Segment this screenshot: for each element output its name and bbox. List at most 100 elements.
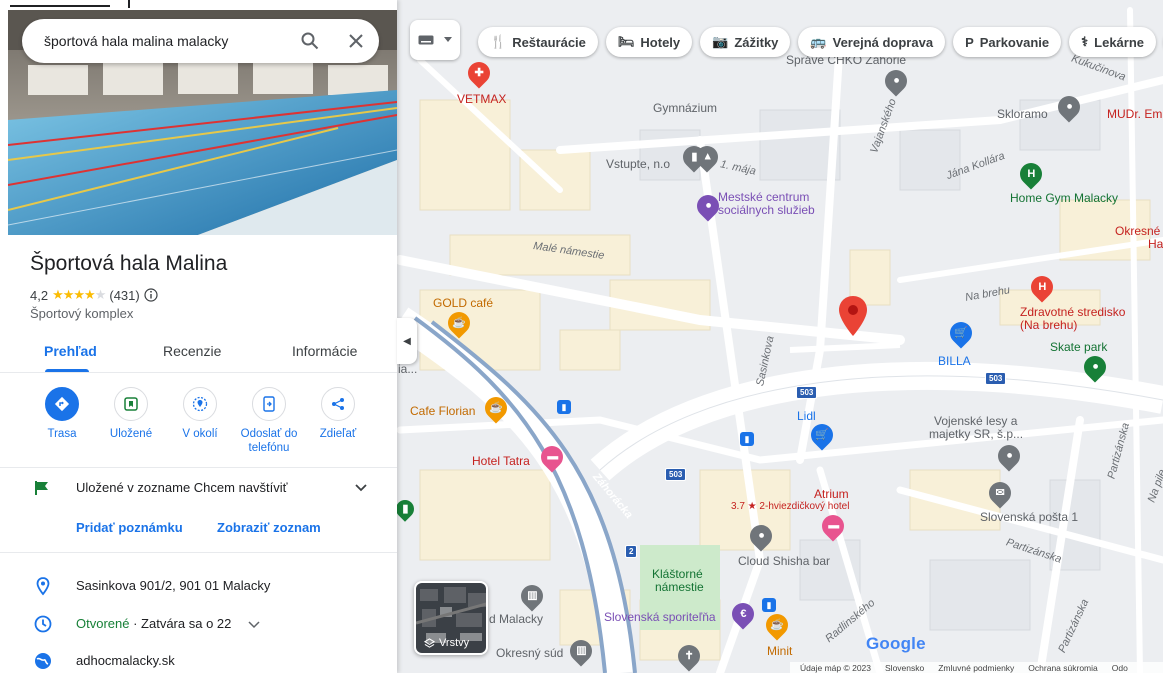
search-icon: [301, 32, 319, 50]
keyboard-icon: [418, 35, 434, 45]
saved-list-row[interactable]: Uložené v zozname Chcem navštíviť: [0, 478, 397, 500]
bus-stop-icon[interactable]: ▮: [762, 598, 776, 612]
place-title: Športová hala Malina: [30, 252, 228, 275]
share-icon: [321, 387, 355, 421]
place-tabs: Prehľad Recenzie Informácie: [0, 335, 397, 373]
chip-hotels[interactable]: 🛏 Hotely: [605, 27, 693, 57]
footer-terms[interactable]: Zmluvné podmienky: [938, 663, 1014, 673]
map-label-zdravotne-1[interactable]: Zdravotné stredisko: [1020, 305, 1125, 319]
action-label: Odoslať do telefónu: [240, 428, 298, 454]
map-label-okresne-1[interactable]: Okresné: [1115, 224, 1160, 238]
footer-country[interactable]: Slovensko: [885, 663, 924, 673]
road-shield-503: 503: [665, 468, 687, 481]
footer-feedback[interactable]: Odo: [1112, 663, 1128, 673]
directions-button[interactable]: Trasa: [22, 387, 102, 441]
save-button[interactable]: Uložené: [91, 387, 171, 441]
search-button[interactable]: [287, 32, 333, 50]
rating-row: 4,2 ★★★★★ (431): [30, 287, 158, 303]
action-label: Trasa: [47, 428, 77, 440]
map-label-gymnazium[interactable]: Gymnázium: [653, 101, 717, 115]
bus-stop-icon[interactable]: ▮: [740, 432, 754, 446]
open-status: Otvorené: [76, 616, 130, 631]
layers-button[interactable]: Vrstvy: [414, 581, 488, 655]
footer-privacy[interactable]: Ochrana súkromia: [1028, 663, 1097, 673]
map-label-vojenske-1[interactable]: Vojenské lesy a: [934, 414, 1017, 428]
tab-reviews[interactable]: Recenzie: [163, 343, 221, 359]
chip-transit[interactable]: 🚌 Verejná doprava: [798, 27, 946, 57]
category-chips: 🍴 Reštaurácie 🛏 Hotely 📷 Zážitky 🚌 Verejná d…: [478, 27, 1163, 57]
hours-row[interactable]: Otvorené · Zatvára sa o 22: [0, 614, 397, 636]
map-label-mestske-1[interactable]: Mestské centrum: [718, 190, 809, 204]
clock-icon: [34, 615, 52, 633]
tab-about[interactable]: Informácie: [292, 343, 357, 359]
chip-label: Hotely: [640, 34, 681, 50]
clear-search-button[interactable]: [333, 34, 379, 48]
map-label-sporitelna[interactable]: Slovenská sporiteľňa: [604, 610, 716, 624]
globe-icon: [35, 653, 51, 669]
bus-stop-icon[interactable]: ▮: [557, 400, 571, 414]
camera-icon: 📷: [712, 34, 729, 49]
review-count[interactable]: (431): [109, 288, 139, 303]
info-icon[interactable]: [144, 288, 158, 302]
chevron-down-icon[interactable]: [248, 621, 260, 629]
window-top-strip: [0, 0, 130, 10]
send-to-phone-button[interactable]: Odoslať do telefónu: [229, 387, 309, 455]
map-label-home-gym[interactable]: Home Gym Malacky: [1010, 191, 1118, 205]
map-label-zdravotne-2[interactable]: (Na brehu): [1020, 318, 1077, 332]
chip-experiences[interactable]: 📷 Zážitky: [700, 27, 791, 57]
layers-icon: [424, 637, 435, 648]
nearby-button[interactable]: V okolí: [160, 387, 240, 441]
map-label-okresne-2[interactable]: Ha: [1148, 237, 1163, 251]
map-label-atrium[interactable]: Atrium: [814, 487, 849, 501]
address-row[interactable]: Sasinkova 901/2, 901 01 Malacky: [0, 576, 397, 598]
action-label: Uložené: [109, 428, 153, 440]
map-label-klastorne-2[interactable]: námestie: [655, 580, 704, 594]
chip-label: Reštaurácie: [512, 34, 586, 50]
tab-overview[interactable]: Prehľad: [44, 343, 97, 359]
address-text: Sasinkova 901/2, 901 01 Malacky: [76, 578, 271, 593]
show-list-button[interactable]: Zobraziť zoznam: [217, 520, 321, 535]
share-button[interactable]: Zdieľať: [298, 387, 378, 441]
place-category[interactable]: Športový komplex: [30, 306, 133, 321]
search-box[interactable]: športová hala malina malacky: [22, 19, 379, 63]
star-rating-icon[interactable]: ★★★★★: [52, 287, 106, 303]
chip-pharmacies[interactable]: ⚕ Lekárne: [1069, 27, 1157, 57]
add-note-button[interactable]: Pridať poznámku: [76, 520, 183, 535]
send-to-phone-icon: [252, 387, 286, 421]
website-row[interactable]: adhocmalacky.sk: [0, 651, 397, 673]
chip-restaurants[interactable]: 🍴 Reštaurácie: [478, 27, 598, 57]
search-input[interactable]: športová hala malina malacky: [44, 33, 287, 49]
map-label-gold-cafe[interactable]: GOLD café: [433, 296, 493, 310]
map-label-lidl[interactable]: Lidl: [797, 409, 816, 423]
google-logo-text: Google: [866, 634, 926, 653]
map-label-vstupte[interactable]: Vstupte, n.o: [606, 157, 670, 171]
map-footer: Údaje máp © 2023 Slovensko Zmluvné podmi…: [790, 662, 1163, 673]
map-label-billa[interactable]: BILLA: [938, 354, 971, 368]
chip-parking[interactable]: P Parkovanie: [953, 27, 1062, 57]
collapse-panel-button[interactable]: ◀: [397, 318, 417, 364]
map-label-skate-park[interactable]: Skate park: [1050, 340, 1107, 354]
map-label-hotel-tatra[interactable]: Hotel Tatra: [472, 454, 530, 468]
map-label-mestske-2[interactable]: sociálnych služieb: [718, 203, 815, 217]
location-pin-icon: [36, 577, 50, 596]
selected-place-marker-icon[interactable]: [839, 296, 867, 336]
map-label-slovenska-posta[interactable]: Slovenská pošta 1: [980, 510, 1078, 524]
map-label-mudr[interactable]: MUDr. Em: [1107, 107, 1162, 121]
map-label-okresny-sud[interactable]: Okresný súd: [496, 646, 563, 660]
active-tab-indicator: [45, 369, 89, 372]
map-label-cafe-florian[interactable]: Cafe Florian: [410, 404, 475, 418]
layers-label: Vrstvy: [424, 637, 469, 649]
map-label-skloramo[interactable]: Skloramo: [997, 107, 1048, 121]
map-label-klastorne-1[interactable]: Kláštorné: [652, 567, 703, 581]
website-link[interactable]: adhocmalacky.sk: [76, 653, 175, 668]
chevron-down-icon[interactable]: [355, 484, 367, 492]
google-logo: Google: [866, 634, 926, 654]
map-label-d-malacky[interactable]: d Malacky: [489, 612, 543, 626]
map-label-vojenske-2[interactable]: majetky SR, š.p...: [929, 427, 1023, 441]
map-label-vetmax[interactable]: VETMAX: [457, 92, 506, 106]
parking-icon: P: [965, 34, 974, 50]
map-label-cloud-shisha[interactable]: Cloud Shisha bar: [738, 554, 830, 568]
road-shield-2: 2: [625, 545, 638, 558]
map-label-minit[interactable]: Minit: [767, 644, 792, 658]
input-tools-button[interactable]: [410, 20, 460, 60]
